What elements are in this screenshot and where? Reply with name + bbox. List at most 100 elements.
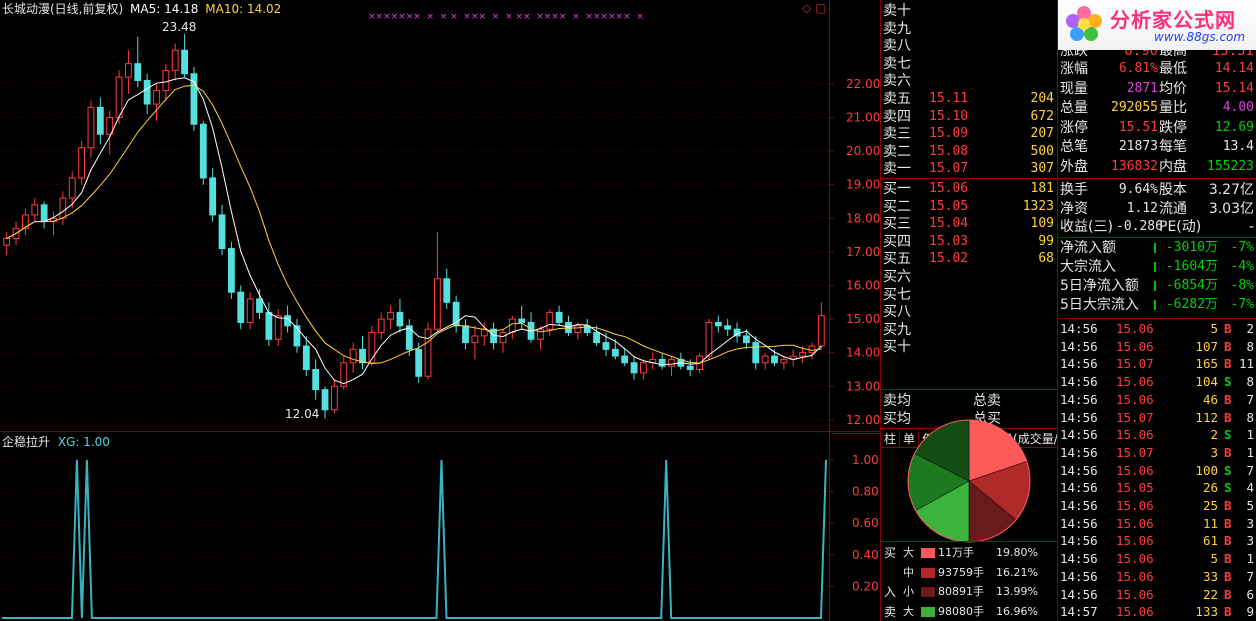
tick-list[interactable]: 14:56 15.06 5 B 2 14:56 15.06 107 B 8 14:56 15.07 16… — [1058, 319, 1256, 621]
candle-body — [31, 204, 39, 216]
tick-row[interactable]: 14:56 15.06 104 S 8 — [1058, 373, 1256, 391]
tick-count: 1 — [1246, 551, 1254, 567]
flow-volume: 93759手 — [938, 565, 984, 579]
orderbook-row: 卖十 — [881, 2, 1057, 20]
tick-price: 15.06 — [1116, 533, 1154, 549]
orderbook-row: 卖一 15.07 307 — [881, 160, 1057, 178]
y-axis-label: 17.00 — [846, 245, 880, 259]
level-volume: 204 — [1030, 91, 1054, 106]
tick-count: 6 — [1246, 586, 1254, 602]
tick-row[interactable]: 14:56 15.07 3 B 1 — [1058, 444, 1256, 462]
orderbook-row: 卖二 15.08 500 — [881, 143, 1057, 161]
logo-text: 分析家公式网 — [1110, 8, 1236, 32]
change-value: 0.90 — [1124, 50, 1158, 59]
tick-row[interactable]: 14:56 15.07 165 B 11 — [1058, 355, 1256, 373]
flow-volume: 80891手 — [938, 585, 984, 598]
candle-body — [321, 389, 329, 411]
flow-row: 卖大 98080手 16.96% — [881, 603, 1057, 621]
orderbook-row: 买二 15.05 1323 — [881, 198, 1057, 216]
tick-row[interactable]: 14:56 15.06 107 B 8 — [1058, 338, 1256, 356]
flow-color-swatch — [921, 587, 935, 597]
tick-row[interactable]: 14:56 15.06 11 B 3 — [1058, 515, 1256, 533]
orderbook-row: 买四 15.03 99 — [881, 233, 1057, 251]
tick-row[interactable]: 14:56 15.06 25 B 5 — [1058, 497, 1256, 515]
tick-price: 15.06 — [1116, 391, 1154, 407]
candle-body — [424, 328, 432, 377]
flower-logo-icon — [1064, 4, 1104, 44]
tick-side: S — [1224, 480, 1232, 496]
tick-price: 15.06 — [1116, 462, 1154, 478]
tick-side: B — [1224, 409, 1232, 425]
candlestick-chart[interactable]: 22.00 21.00 20.00 19.00 18.00 17.00 16.00 15.00… — [0, 0, 880, 432]
level-volume: 68 — [1038, 251, 1054, 267]
level-label: 卖七 — [883, 55, 911, 72]
net-flow-bar — [1154, 262, 1156, 272]
tick-price: 15.06 — [1116, 374, 1154, 390]
flow-percent: 16.21% — [996, 565, 1038, 579]
candle-body — [630, 362, 638, 374]
y-axis-label: 19.00 — [846, 178, 880, 192]
tick-row[interactable]: 14:56 15.06 100 S 7 — [1058, 462, 1256, 480]
main-chart-panel[interactable]: 22.00 21.00 20.00 19.00 18.00 17.00 16.00 15.00… — [0, 0, 880, 432]
candle-body — [611, 348, 619, 357]
candle-body — [302, 345, 310, 371]
xg-indicator-chart[interactable]: 1.00 0.80 0.60 0.40 0.20 — [0, 432, 880, 621]
level-price: 15.10 — [929, 108, 969, 124]
flow-volume: 11万手 — [938, 546, 974, 559]
tick-volume: 11 — [1202, 515, 1218, 531]
high-value: 15.51 — [1211, 50, 1254, 59]
ma10-label: MA10: 14.02 — [205, 2, 282, 16]
level-label: 买四 — [883, 233, 911, 250]
tick-row[interactable]: 14:56 15.06 5 B 2 — [1058, 320, 1256, 338]
quote-label: 总笔 — [1060, 139, 1088, 155]
candle-body — [125, 63, 132, 78]
tick-count: 5 — [1246, 498, 1254, 513]
orderbook-row: 买十 — [881, 338, 1057, 356]
level-price: 15.07 — [929, 161, 969, 177]
tick-row[interactable]: 14:56 15.05 26 S 4 — [1058, 479, 1256, 497]
tick-row[interactable]: 14:56 15.06 5 B 1 — [1058, 550, 1256, 568]
tick-count: 8 — [1246, 338, 1254, 354]
tick-time: 14:56 — [1060, 427, 1098, 443]
chart-header: 长城动漫(日线,前复权) MA5: 14.18 MA10: 14.02 — [2, 1, 281, 17]
orderbook-row: 买九 — [881, 321, 1057, 339]
tick-row[interactable]: 14:56 15.06 61 B 3 — [1058, 532, 1256, 550]
indicator-panel[interactable]: 1.00 0.80 0.60 0.40 0.20 企稳拉升 XG: 1.00 — [0, 432, 880, 621]
level-label: 买三 — [883, 216, 911, 233]
tick-row[interactable]: 14:56 15.07 112 B 8 — [1058, 409, 1256, 427]
tick-volume: 46 — [1202, 391, 1218, 407]
candle-body — [68, 177, 76, 199]
tick-side: B — [1224, 338, 1232, 354]
quote-value: 2871 — [1126, 80, 1158, 96]
tick-row[interactable]: 14:56 15.06 2 S 1 — [1058, 426, 1256, 444]
tick-time: 14:56 — [1060, 374, 1098, 390]
flow-color-swatch — [921, 548, 935, 558]
level-label: 卖六 — [883, 73, 911, 90]
candle-body — [668, 358, 675, 367]
candle-body — [555, 311, 563, 323]
net-flow-label: 5日净流入额 — [1060, 278, 1139, 294]
tick-row[interactable]: 14:56 15.06 22 B 6 — [1058, 586, 1256, 604]
tick-row[interactable]: 14:56 15.06 46 B 7 — [1058, 391, 1256, 409]
tick-count: 1 — [1246, 427, 1254, 443]
tick-price: 15.06 — [1116, 604, 1154, 620]
net-flow-row: 5日大宗流入 -6282万 -7% — [1058, 296, 1256, 314]
orderbook-row: 卖八 — [881, 37, 1057, 55]
level-label: 买七 — [883, 286, 911, 303]
window-controls[interactable]: ◇ ▢ — [802, 1, 826, 15]
tick-row[interactable]: 14:57 15.06 133 B 9 — [1058, 603, 1256, 621]
candle-body — [724, 325, 732, 330]
tick-row[interactable]: 14:56 15.06 33 B 7 — [1058, 568, 1256, 586]
level-volume: 207 — [1030, 126, 1054, 142]
flow-size: 中 — [903, 565, 914, 579]
candle-body — [331, 385, 338, 411]
chart-title: 长城动漫(日线,前复权) — [2, 2, 124, 16]
level-volume: 1323 — [1022, 198, 1054, 214]
indicator-value: XG: 1.00 — [57, 435, 110, 449]
tick-time: 14:56 — [1060, 462, 1098, 478]
fundamental-value: 3.27亿 — [1208, 182, 1254, 198]
candle-body — [396, 311, 404, 327]
tick-side: S — [1224, 462, 1232, 478]
quote-value: 6.81% — [1118, 61, 1158, 76]
net-flow-value: -6854万 — [1165, 278, 1218, 293]
